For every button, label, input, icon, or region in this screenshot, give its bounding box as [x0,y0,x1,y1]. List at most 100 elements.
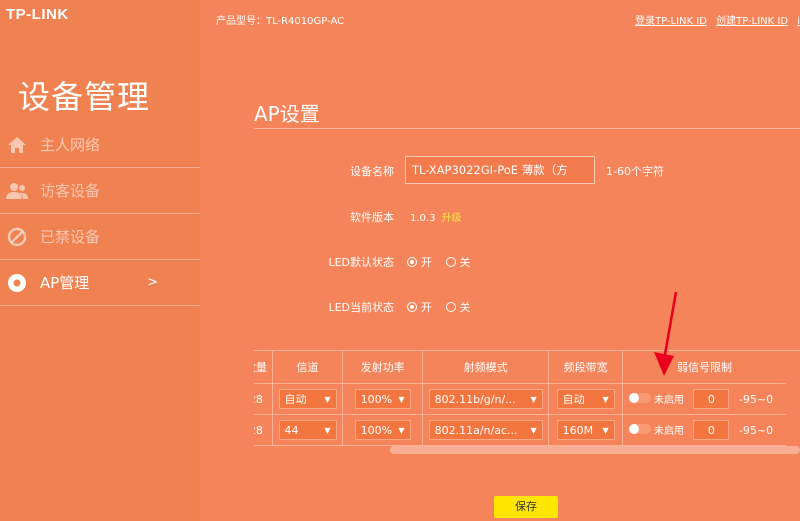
sidebar-item-label: 已禁设备 [40,228,101,246]
led-current-on-radio[interactable]: 开 [407,299,432,315]
sidebar-nav: 主人网络 访客设备 已禁设备 AP管理 > [0,122,200,306]
select-value: 自动 [284,393,307,406]
device-name-hint: 1-60个字符 [606,165,664,178]
select-value: 自动 [562,393,585,406]
sidebar-item-label: 访客设备 [40,182,101,200]
sidebar-item-label: 主人网络 [40,136,101,154]
save-button[interactable]: 保存 [494,496,558,518]
mode-select[interactable]: 802.11a/n/ac... ▼ [428,420,543,440]
threshold-input[interactable]: 0 [693,420,730,440]
power-select[interactable]: 100% ▼ [354,389,411,409]
channel-cell: 自动 ▼ [272,383,344,415]
toggle-switch-icon [628,393,651,403]
create-account-link[interactable]: 创建TP-LINK ID [716,16,788,27]
led-current-off-radio[interactable]: 关 [445,299,471,315]
radio-label: 关 [459,301,471,314]
toggle-switch-icon [628,424,651,434]
column-header: 发射功率 [342,351,423,384]
bandwidth-cell: 160M ▼ [548,414,623,446]
home-icon [6,134,28,156]
select-value: 100% [360,392,393,406]
led-default-options: 开 关 [407,254,481,270]
radio-settings-table: 数量 信道 发射功率 射频模式 频段带宽 弱信号限制 28 自动 ▼ 100% ▼ … [254,350,800,457]
radio-unchecked-icon [445,302,456,312]
caret-down-icon: ▼ [530,425,537,435]
power-select[interactable]: 100% ▼ [354,420,411,440]
column-header: 信道 [272,351,344,384]
scrollbar-thumb[interactable] [390,446,800,454]
radio-label: 开 [421,301,432,314]
column-header: 频段带宽 [548,351,623,384]
caret-down-icon: ▼ [324,394,331,404]
mode-cell: 802.11b/g/n/... ▼ [422,383,550,415]
sidebar-item-ap-management[interactable]: AP管理 > [0,260,200,306]
firmware-version: 1.0.3 [410,213,436,224]
channel-select[interactable]: 44 ▼ [278,420,337,440]
toggle-label: 未启用 [653,394,684,406]
toggle-label: 未启用 [653,425,684,437]
firmware-version-group: 1.0.3 升级 [410,209,461,224]
caret-down-icon: ▼ [602,394,609,404]
sidebar-item-guest-devices[interactable]: 访客设备 [0,168,200,214]
tp-link-logo: TP-LINK [6,6,69,23]
radio-checked-icon [407,257,417,267]
main-panel: 产品型号：TL-R4010GP-AC 登录TP-LINK ID 创建TP-LIN… [200,0,800,521]
weak-signal-cell: 未启用 0 -95~0 [622,383,786,415]
select-value: 160M [562,423,594,437]
channel-cell: 44 ▼ [272,414,344,446]
table-header-row: 数量 信道 发射功率 射频模式 频段带宽 弱信号限制 [254,351,786,384]
weak-signal-cell: 未启用 0 -95~0 [622,414,786,446]
channel-select[interactable]: 自动 ▼ [278,389,337,409]
power-cell: 100% ▼ [342,383,423,415]
led-default-on-radio[interactable]: 开 [407,254,432,270]
upgrade-link[interactable]: 升级 [441,213,461,224]
sidebar-item-label: AP管理 [40,274,90,292]
bandwidth-cell: 自动 ▼ [548,383,623,415]
column-header: 数量 [254,351,273,384]
table-row: 28 44 ▼ 100% ▼ 802.11a/n/ac... ▼ 160M ▼ 未启用 … [254,414,786,446]
login-link[interactable]: 登录TP-LINK ID [635,16,707,27]
bandwidth-select[interactable]: 160M ▼ [556,420,615,440]
caret-down-icon: ▼ [398,425,405,435]
column-header: 射频模式 [422,351,550,384]
count-cell: 28 [254,414,273,446]
select-value: 44 [284,423,299,437]
device-name-input[interactable]: TL-XAP3022GI-PoE 薄款（方 [405,156,595,184]
power-cell: 100% ▼ [342,414,423,446]
mode-select[interactable]: 802.11b/g/n/... ▼ [428,389,543,409]
table-row: 28 自动 ▼ 100% ▼ 802.11b/g/n/... ▼ 自动 ▼ 未启用 0 … [254,383,786,415]
ban-icon [6,226,28,248]
bandwidth-select[interactable]: 自动 ▼ [556,389,615,409]
radio-unchecked-icon [445,257,456,267]
caret-down-icon: ▼ [324,425,331,435]
select-value: 802.11b/g/n/... [434,392,516,406]
device-name-label: 设备名称 [350,165,394,178]
ap-icon [6,272,28,294]
table-horizontal-scrollbar[interactable] [254,446,800,454]
users-icon [6,180,28,202]
select-value: 100% [360,423,393,437]
sidebar-item-host-network[interactable]: 主人网络 [0,122,200,168]
led-current-options: 开 关 [407,299,481,315]
account-links: 登录TP-LINK ID 创建TP-LINK ID i [629,12,800,27]
select-value: 802.11a/n/ac... [434,423,518,437]
sidebar: TP-LINK 设备管理 主人网络 访客设备 已禁设备 AP管理 > [0,0,200,521]
led-default-label: LED默认状态 [328,256,394,269]
sidebar-title: 设备管理 [18,78,151,116]
count-cell: 28 [254,383,273,415]
threshold-range: -95~0 [738,393,774,406]
threshold-input[interactable]: 0 [693,389,730,409]
radio-table: 数量 信道 发射功率 射频模式 频段带宽 弱信号限制 28 自动 ▼ 100% ▼ … [254,351,786,446]
threshold-range: -95~0 [738,424,774,437]
firmware-label: 软件版本 [350,211,394,224]
radio-label: 关 [459,256,471,269]
caret-down-icon: ▼ [398,394,405,404]
weak-signal-toggle[interactable]: 未启用 [628,422,684,437]
led-default-off-radio[interactable]: 关 [445,254,471,270]
chevron-right-icon: > [147,275,158,290]
led-current-label: LED当前状态 [328,301,394,314]
radio-checked-icon [407,302,417,312]
caret-down-icon: ▼ [602,425,609,435]
sidebar-item-blocked-devices[interactable]: 已禁设备 [0,214,200,260]
weak-signal-toggle[interactable]: 未启用 [628,391,684,406]
